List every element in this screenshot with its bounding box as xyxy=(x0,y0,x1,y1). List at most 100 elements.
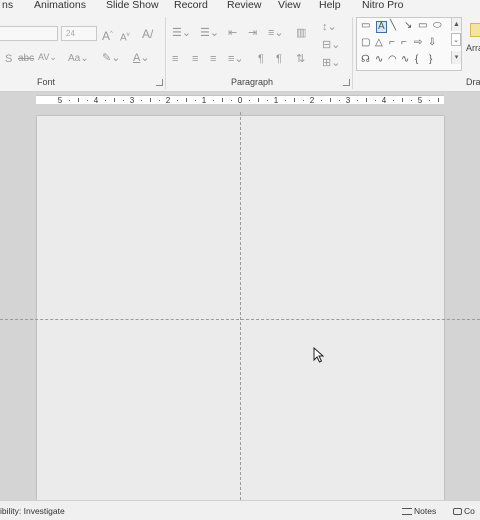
align-text-icon[interactable]: ⊟⌄ xyxy=(322,39,340,51)
tab-transitions[interactable]: ns xyxy=(2,0,13,11)
tab-animations[interactable]: Animations xyxy=(34,0,86,11)
paragraph-dialog-launcher-icon[interactable] xyxy=(343,79,350,86)
font-size-decrease-icon[interactable]: Av xyxy=(120,29,130,44)
paragraph-group-label: Paragraph xyxy=(231,77,274,87)
right-arrow-shape-icon[interactable]: ⇨ xyxy=(414,38,422,48)
line-spacing-icon[interactable]: ≡⌄ xyxy=(268,27,284,39)
vertical-guide[interactable] xyxy=(240,112,241,500)
font-size-increase-icon[interactable]: A^ xyxy=(102,28,113,42)
bullets-icon[interactable]: ☰⌄ xyxy=(172,27,191,39)
arrow-line-shape-icon[interactable]: ↘ xyxy=(404,21,412,31)
decrease-indent-icon[interactable]: ⇤ xyxy=(228,27,237,39)
character-spacing-icon[interactable]: AV⌄ xyxy=(38,51,57,63)
curve-shape-icon[interactable]: ∿ xyxy=(401,55,409,65)
vertical-text-box-shape-icon[interactable]: A xyxy=(376,21,387,33)
ruler-label: 3 xyxy=(129,96,135,105)
numbering-icon[interactable]: ☰⌄ xyxy=(200,27,219,39)
ltr-text-icon[interactable]: ¶ xyxy=(276,53,282,65)
notes-button[interactable]: Notes xyxy=(402,506,436,516)
strikethrough-icon[interactable]: abc xyxy=(18,53,34,65)
rounded-rectangle-shape-icon[interactable]: ▢ xyxy=(361,38,370,48)
ribbon-tab-bar: ns Animations Slide Show Record Review V… xyxy=(0,0,480,13)
right-brace-shape-icon[interactable]: } xyxy=(429,55,432,65)
comments-button[interactable]: Co xyxy=(453,506,475,516)
ruler-tick xyxy=(258,98,259,102)
font-group-label: Font xyxy=(37,77,56,87)
line-shape-icon[interactable]: ╲ xyxy=(390,21,396,31)
gallery-scroll-down-icon[interactable]: ⌄ xyxy=(451,33,461,46)
tab-nitro-pro[interactable]: Nitro Pro xyxy=(362,0,403,11)
arc-shape-icon[interactable]: ◠ xyxy=(388,55,397,65)
down-arrow-shape-icon[interactable]: ⇩ xyxy=(428,38,436,48)
ruler-tick xyxy=(285,100,286,101)
notes-icon xyxy=(402,508,412,515)
ruler-tick xyxy=(303,100,304,101)
ruler-tick xyxy=(402,98,403,102)
rtl-text-icon[interactable]: ¶ xyxy=(258,53,264,65)
align-center-icon[interactable]: ≡ xyxy=(192,53,198,65)
ruler-label: 1 xyxy=(273,96,279,105)
mouse-pointer-icon xyxy=(313,347,325,363)
gallery-more-icon[interactable]: ▾ xyxy=(451,51,461,64)
ruler-strip: 5 4 3 2 1 0 1 2 3 4 5 xyxy=(36,95,444,105)
shapes-gallery[interactable]: ▭ A ╲ ↘ ▭ ⬭ ▢ △ ⌐ ⌐ ⇨ ⇩ ☊ ∿ ◠ ∿ { } xyxy=(356,17,462,71)
tab-slide-show[interactable]: Slide Show xyxy=(106,0,159,11)
align-right-icon[interactable]: ≡ xyxy=(210,53,216,65)
horizontal-ruler[interactable]: 5 4 3 2 1 0 1 2 3 4 5 xyxy=(0,92,480,106)
ruler-tick xyxy=(78,98,79,102)
font-size-dropdown[interactable]: 24 xyxy=(61,26,97,41)
ruler-tick xyxy=(366,98,367,102)
ruler-tick xyxy=(141,100,142,101)
arrange-icon[interactable] xyxy=(470,23,480,37)
horizontal-guide[interactable] xyxy=(0,319,480,320)
ruler-tick xyxy=(294,98,295,102)
ruler-tick xyxy=(330,98,331,102)
scribble-shape-icon[interactable]: ∿ xyxy=(375,55,383,65)
tab-review[interactable]: Review xyxy=(227,0,261,11)
ruler-tick xyxy=(222,98,223,102)
ruler-label: 4 xyxy=(381,96,387,105)
ruler-tick xyxy=(69,100,70,101)
drawing-group-label: Dra xyxy=(466,77,480,87)
notes-label: Notes xyxy=(414,506,437,516)
ruler-tick xyxy=(357,100,358,101)
tab-record[interactable]: Record xyxy=(174,0,208,11)
ruler-tick xyxy=(429,100,430,101)
tab-view[interactable]: View xyxy=(278,0,301,11)
columns-icon[interactable]: ▥ xyxy=(296,27,306,39)
font-color-icon[interactable]: A⌄ xyxy=(133,52,150,64)
freeform-shape-icon[interactable]: ☊ xyxy=(361,55,370,65)
accessibility-status[interactable]: ibility: Investigate xyxy=(0,506,65,516)
convert-to-smartart-icon[interactable]: ⊞⌄ xyxy=(322,57,340,69)
clear-formatting-icon[interactable]: A/ xyxy=(142,28,153,40)
text-box-shape-icon[interactable]: ▭ xyxy=(361,21,370,31)
gallery-scroll-up-icon[interactable]: ▲ xyxy=(451,18,461,31)
elbow-arrow-shape-icon[interactable]: ⌐ xyxy=(401,38,407,48)
justify-icon[interactable]: ≡⌄ xyxy=(228,53,244,65)
increase-indent-icon[interactable]: ⇥ xyxy=(248,27,257,39)
ruler-tick xyxy=(249,100,250,101)
ruler-tick xyxy=(159,100,160,101)
font-name-dropdown[interactable] xyxy=(0,26,58,41)
align-left-icon[interactable]: ≡ xyxy=(172,53,178,65)
ruler-tick xyxy=(375,100,376,101)
triangle-shape-icon[interactable]: △ xyxy=(375,38,383,48)
font-dialog-launcher-icon[interactable] xyxy=(156,79,163,86)
tab-help[interactable]: Help xyxy=(319,0,341,11)
arrange-label[interactable]: Arra xyxy=(466,43,480,53)
left-brace-shape-icon[interactable]: { xyxy=(415,55,418,65)
ruler-tick xyxy=(411,100,412,101)
ruler-tick xyxy=(123,100,124,101)
highlight-icon[interactable]: ✎⌄ xyxy=(102,52,120,64)
rectangle-shape-icon[interactable]: ▭ xyxy=(418,21,427,31)
shadow-text-icon[interactable]: S xyxy=(5,53,12,65)
ruler-tick xyxy=(195,100,196,101)
oval-shape-icon[interactable]: ⬭ xyxy=(433,21,442,31)
change-case-icon[interactable]: Aa⌄ xyxy=(68,53,89,65)
elbow-connector-shape-icon[interactable]: ⌐ xyxy=(389,38,395,48)
ruler-tick xyxy=(177,100,178,101)
text-direction-icon[interactable]: ⇅ xyxy=(296,53,305,65)
ruler-tick xyxy=(267,100,268,101)
ruler-label: 2 xyxy=(165,96,171,105)
text-direction-menu-icon[interactable]: ↕⌄ xyxy=(322,21,337,33)
